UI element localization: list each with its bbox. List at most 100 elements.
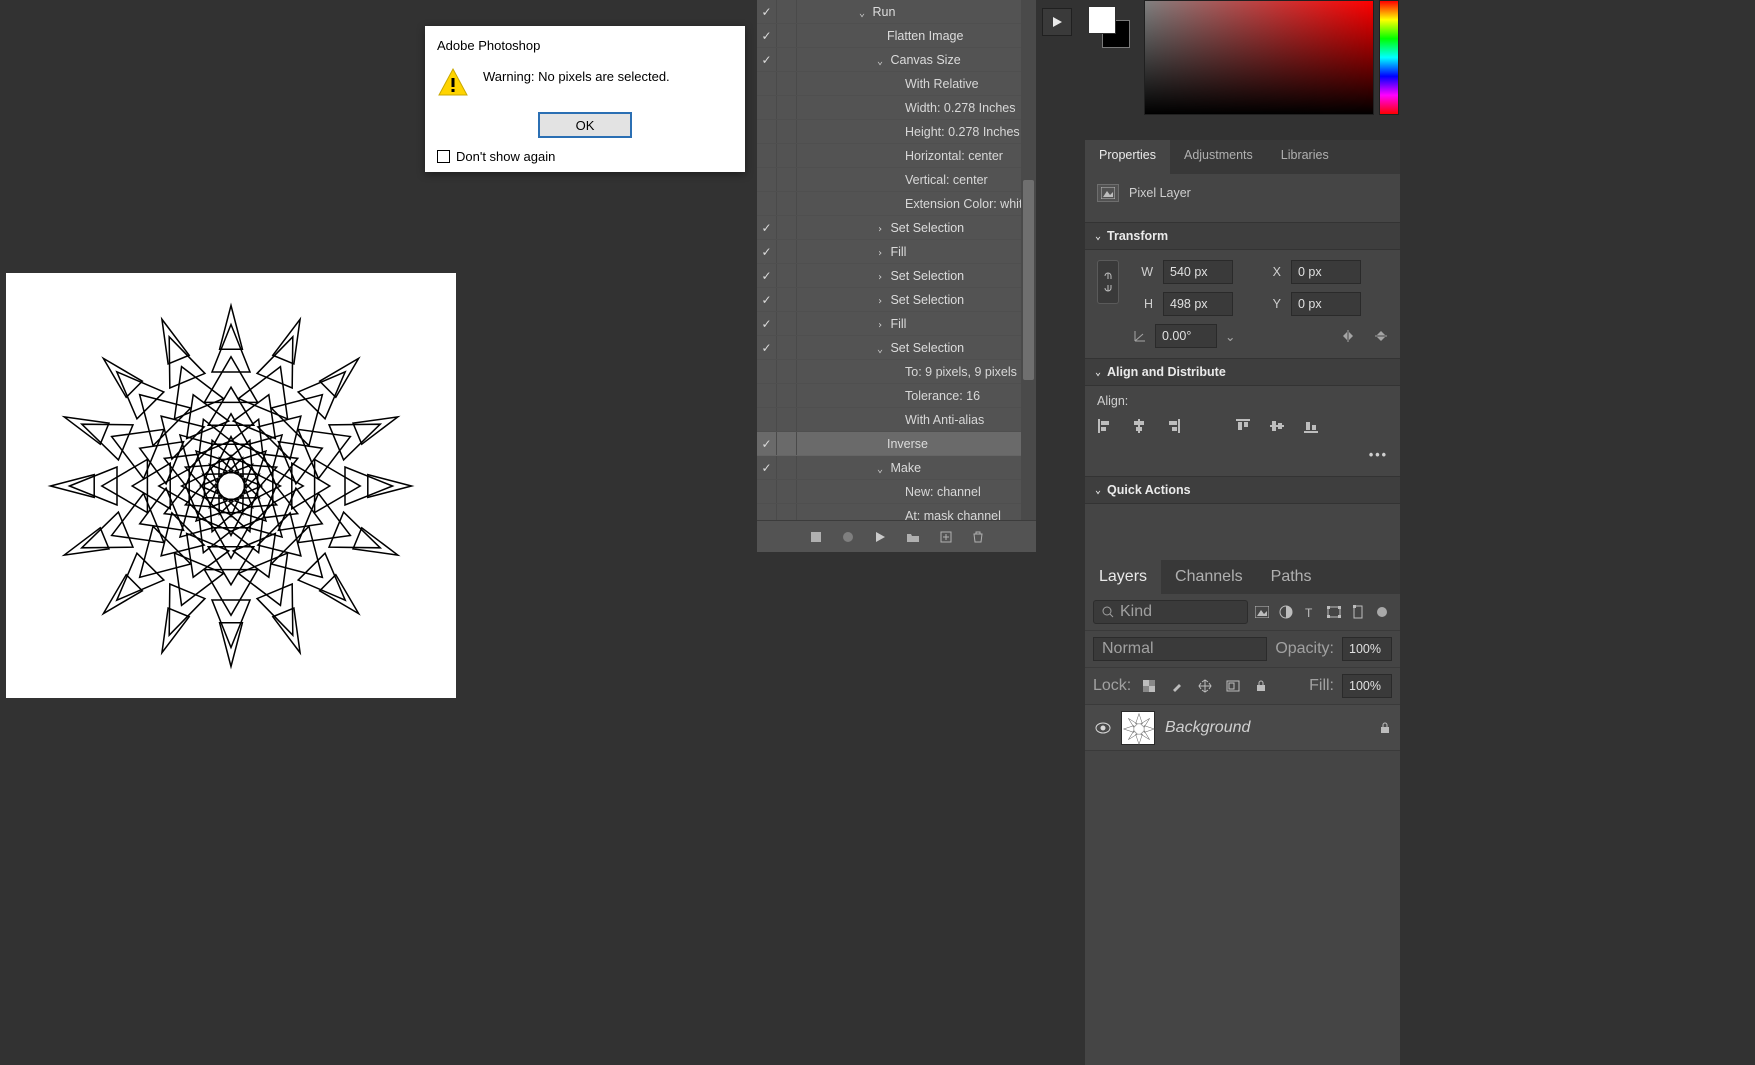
filter-shape-icon[interactable] <box>1324 602 1344 622</box>
lock-pixels-icon[interactable] <box>1139 676 1159 696</box>
layer-filter-kind[interactable]: Kind <box>1093 600 1248 624</box>
y-input[interactable]: 0 px <box>1291 292 1361 316</box>
action-row[interactable]: ✓⌄ Make <box>757 456 1036 480</box>
action-toggle-checkbox[interactable] <box>757 120 777 143</box>
action-dialog-toggle[interactable] <box>777 408 797 431</box>
more-options-icon[interactable]: ••• <box>1369 448 1388 462</box>
action-row[interactable]: Height: 0.278 Inches <box>757 120 1036 144</box>
angle-input[interactable]: 0.00° <box>1155 324 1217 348</box>
action-row[interactable]: Width: 0.278 Inches <box>757 96 1036 120</box>
action-toggle-checkbox[interactable] <box>757 384 777 407</box>
action-dialog-toggle[interactable] <box>777 480 797 503</box>
action-toggle-checkbox[interactable]: ✓ <box>757 48 777 71</box>
action-row[interactable]: ✓ Flatten Image <box>757 24 1036 48</box>
action-row[interactable]: ✓› Fill <box>757 240 1036 264</box>
lock-position-icon[interactable] <box>1195 676 1215 696</box>
action-dialog-toggle[interactable] <box>777 288 797 311</box>
action-toggle-checkbox[interactable] <box>757 144 777 167</box>
link-wh-icon[interactable] <box>1097 260 1119 304</box>
action-row[interactable]: Vertical: center <box>757 168 1036 192</box>
foreground-color-swatch[interactable] <box>1088 6 1116 34</box>
action-dialog-toggle[interactable] <box>777 240 797 263</box>
visibility-icon[interactable] <box>1095 720 1111 736</box>
action-toggle-checkbox[interactable]: ✓ <box>757 24 777 47</box>
actions-list[interactable]: ✓⌄ Run✓ Flatten Image✓⌄ Canvas Size With… <box>757 0 1036 520</box>
action-toggle-checkbox[interactable] <box>757 192 777 215</box>
action-dialog-toggle[interactable] <box>777 96 797 119</box>
align-hcenter-icon[interactable] <box>1131 418 1147 434</box>
action-dialog-toggle[interactable] <box>777 0 797 23</box>
tab-adjustments[interactable]: Adjustments <box>1170 140 1267 174</box>
play-icon[interactable] <box>874 531 886 543</box>
dont-show-again-checkbox[interactable] <box>437 150 450 163</box>
align-left-icon[interactable] <box>1097 418 1113 434</box>
action-toggle-checkbox[interactable]: ✓ <box>757 456 777 479</box>
action-row[interactable]: ✓⌄ Canvas Size <box>757 48 1036 72</box>
lock-brush-icon[interactable] <box>1167 676 1187 696</box>
align-bottom-icon[interactable] <box>1303 418 1319 434</box>
quick-actions-header[interactable]: ⌄Quick Actions <box>1085 476 1400 504</box>
action-toggle-checkbox[interactable]: ✓ <box>757 216 777 239</box>
action-dialog-toggle[interactable] <box>777 216 797 239</box>
action-dialog-toggle[interactable] <box>777 48 797 71</box>
ok-button[interactable]: OK <box>539 113 631 137</box>
action-dialog-toggle[interactable] <box>777 360 797 383</box>
width-input[interactable]: 540 px <box>1163 260 1233 284</box>
tab-layers[interactable]: Layers <box>1085 560 1161 594</box>
action-toggle-checkbox[interactable]: ✓ <box>757 264 777 287</box>
color-swatches[interactable] <box>1088 0 1140 48</box>
action-row[interactable]: ✓› Fill <box>757 312 1036 336</box>
align-distribute-header[interactable]: ⌄Align and Distribute <box>1085 358 1400 386</box>
layer-name[interactable]: Background <box>1165 719 1250 737</box>
action-toggle-checkbox[interactable]: ✓ <box>757 336 777 359</box>
filter-toggle-icon[interactable] <box>1372 602 1392 622</box>
action-dialog-toggle[interactable] <box>777 192 797 215</box>
trash-icon[interactable] <box>972 531 984 543</box>
blend-mode-select[interactable]: Normal <box>1093 637 1267 661</box>
tab-channels[interactable]: Channels <box>1161 560 1257 594</box>
action-dialog-toggle[interactable] <box>777 504 797 520</box>
opacity-input[interactable]: 100% <box>1342 637 1392 661</box>
stop-icon[interactable] <box>810 531 822 543</box>
filter-adjustment-icon[interactable] <box>1276 602 1296 622</box>
new-icon[interactable] <box>940 531 952 543</box>
lock-artboard-icon[interactable] <box>1223 676 1243 696</box>
canvas-document[interactable] <box>6 273 456 698</box>
angle-dropdown-icon[interactable]: ⌄ <box>1225 329 1235 344</box>
action-row[interactable]: Tolerance: 16 <box>757 384 1036 408</box>
tab-properties[interactable]: Properties <box>1085 140 1170 174</box>
folder-icon[interactable] <box>906 531 920 543</box>
action-toggle-checkbox[interactable]: ✓ <box>757 432 777 455</box>
action-toggle-checkbox[interactable] <box>757 504 777 520</box>
action-dialog-toggle[interactable] <box>777 336 797 359</box>
transform-header[interactable]: ⌄Transform <box>1085 222 1400 250</box>
action-dialog-toggle[interactable] <box>777 312 797 335</box>
align-vcenter-icon[interactable] <box>1269 418 1285 434</box>
action-dialog-toggle[interactable] <box>777 432 797 455</box>
action-row[interactable]: New: channel <box>757 480 1036 504</box>
action-dialog-toggle[interactable] <box>777 384 797 407</box>
filter-smart-icon[interactable] <box>1348 602 1368 622</box>
action-row[interactable]: ✓⌄ Set Selection <box>757 336 1036 360</box>
tab-libraries[interactable]: Libraries <box>1267 140 1343 174</box>
action-dialog-toggle[interactable] <box>777 144 797 167</box>
action-toggle-checkbox[interactable] <box>757 168 777 191</box>
actions-scrollbar-thumb[interactable] <box>1023 180 1034 380</box>
action-dialog-toggle[interactable] <box>777 72 797 95</box>
action-toggle-checkbox[interactable] <box>757 72 777 95</box>
action-toggle-checkbox[interactable] <box>757 408 777 431</box>
hue-slider[interactable] <box>1379 0 1399 115</box>
action-toggle-checkbox[interactable]: ✓ <box>757 288 777 311</box>
filter-type-icon[interactable]: T <box>1300 602 1320 622</box>
align-top-icon[interactable] <box>1235 418 1251 434</box>
x-input[interactable]: 0 px <box>1291 260 1361 284</box>
actions-scrollbar[interactable] <box>1021 0 1036 520</box>
flip-vertical-icon[interactable] <box>1374 328 1388 344</box>
action-dialog-toggle[interactable] <box>777 264 797 287</box>
height-input[interactable]: 498 px <box>1163 292 1233 316</box>
color-field[interactable] <box>1144 0 1374 115</box>
action-row[interactable]: With Relative <box>757 72 1036 96</box>
action-dialog-toggle[interactable] <box>777 24 797 47</box>
action-toggle-checkbox[interactable]: ✓ <box>757 0 777 23</box>
action-row[interactable]: Extension Color: white <box>757 192 1036 216</box>
